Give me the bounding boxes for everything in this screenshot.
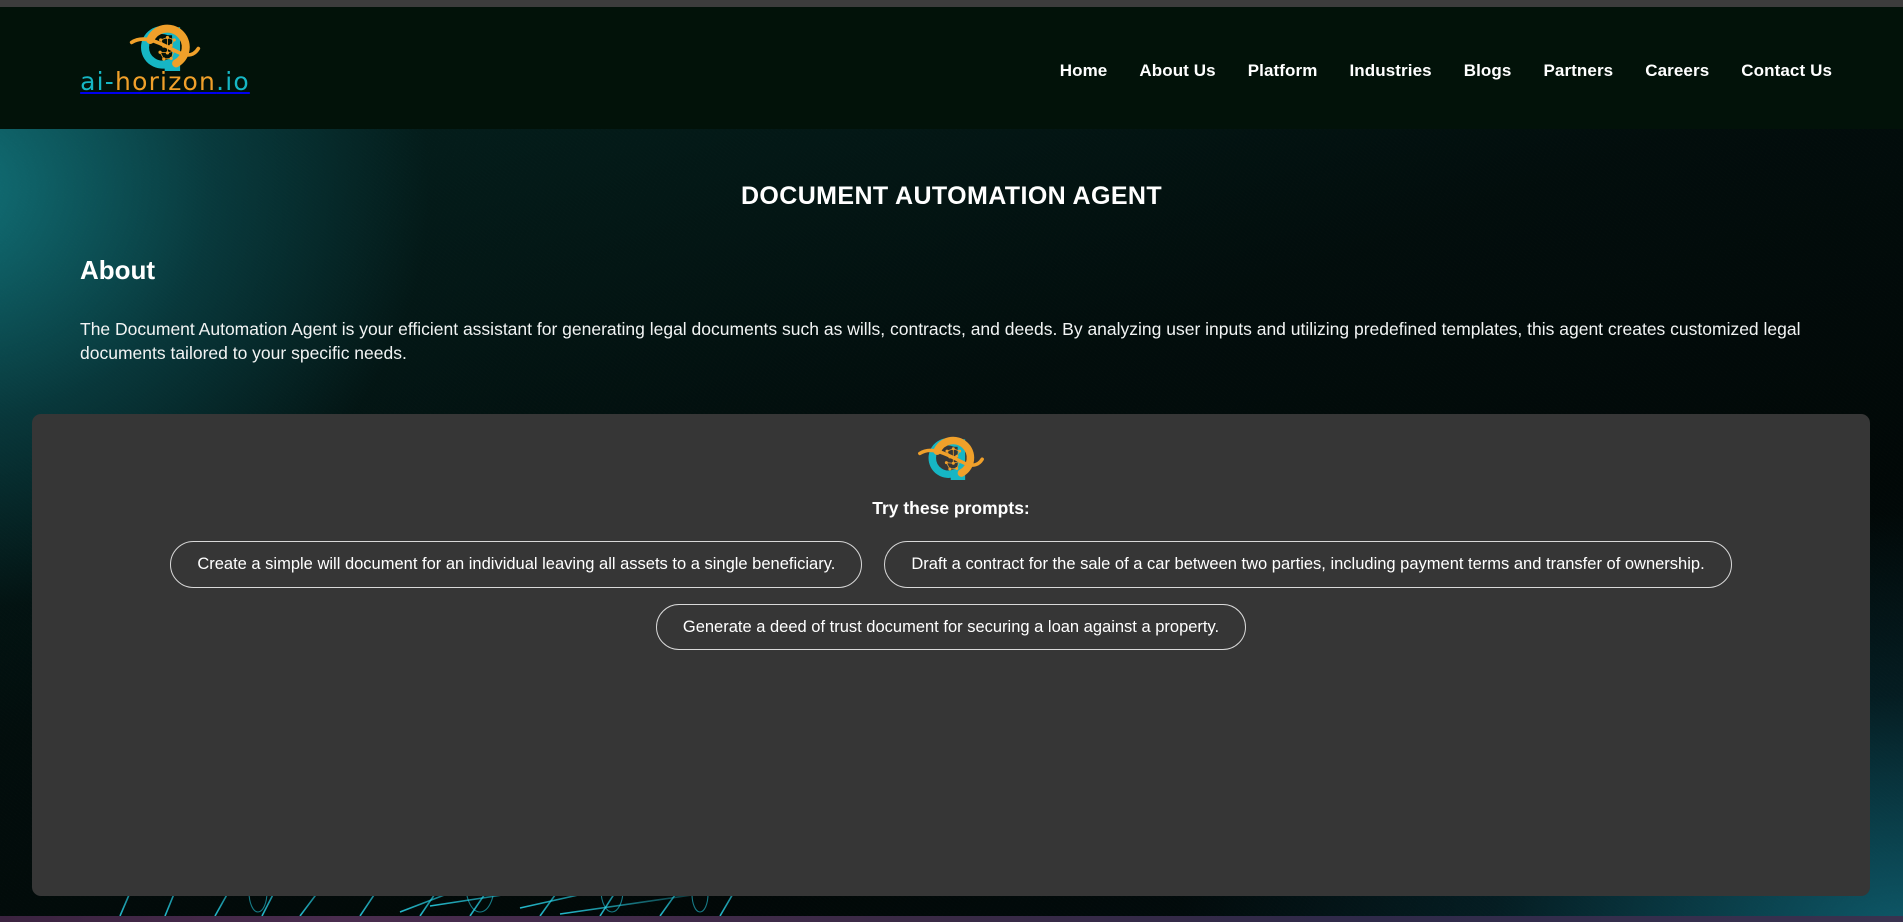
- site-header: ai-horizon.io Home About Us Platform Ind…: [0, 7, 1903, 129]
- bottom-accent-rule: [0, 916, 1903, 922]
- nav-item-industries[interactable]: Industries: [1333, 57, 1447, 85]
- nav-item-about-us[interactable]: About Us: [1123, 57, 1231, 85]
- site-logo[interactable]: ai-horizon.io: [70, 15, 260, 117]
- nav-item-home[interactable]: Home: [1044, 57, 1124, 85]
- nav-item-partners[interactable]: Partners: [1527, 57, 1629, 85]
- main-navigation: Home About Us Platform Industries Blogs …: [1044, 57, 1848, 85]
- prompt-chip-contract[interactable]: Draft a contract for the sale of a car b…: [884, 541, 1732, 588]
- page-title: DOCUMENT AUTOMATION AGENT: [740, 182, 1163, 210]
- prompt-row-1: Create a simple will document for an ind…: [32, 541, 1870, 588]
- nav-item-blogs[interactable]: Blogs: [1448, 57, 1528, 85]
- logo-word-io: .io: [216, 67, 250, 96]
- prompt-chip-deed[interactable]: Generate a deed of trust document for se…: [655, 603, 1247, 650]
- about-heading: About: [80, 255, 156, 285]
- nav-item-platform[interactable]: Platform: [1232, 57, 1334, 85]
- nav-item-contact-us[interactable]: Contact Us: [1725, 57, 1848, 85]
- card-ai-horizon-logo-icon: [918, 436, 984, 480]
- nav-item-careers[interactable]: Careers: [1629, 57, 1725, 85]
- site-logo-wordmark: ai-horizon.io: [80, 69, 250, 94]
- prompt-row-2: Generate a deed of trust document for se…: [32, 603, 1870, 650]
- prompt-list: Create a simple will document for an ind…: [32, 541, 1870, 650]
- prompt-chip-will[interactable]: Create a simple will document for an ind…: [170, 541, 863, 588]
- prompt-card: Try these prompts: Create a simple will …: [32, 414, 1870, 896]
- about-description: The Document Automation Agent is your ef…: [80, 319, 1801, 363]
- ai-horizon-logo-icon: [129, 24, 201, 71]
- logo-word-ai: ai-: [80, 67, 116, 96]
- prompt-card-subtitle: Try these prompts:: [872, 498, 1030, 518]
- logo-word-horizon: horizon: [115, 67, 217, 96]
- browser-chrome-strip: [0, 0, 1903, 7]
- page-root: ai-horizon.io Home About Us Platform Ind…: [0, 0, 1903, 922]
